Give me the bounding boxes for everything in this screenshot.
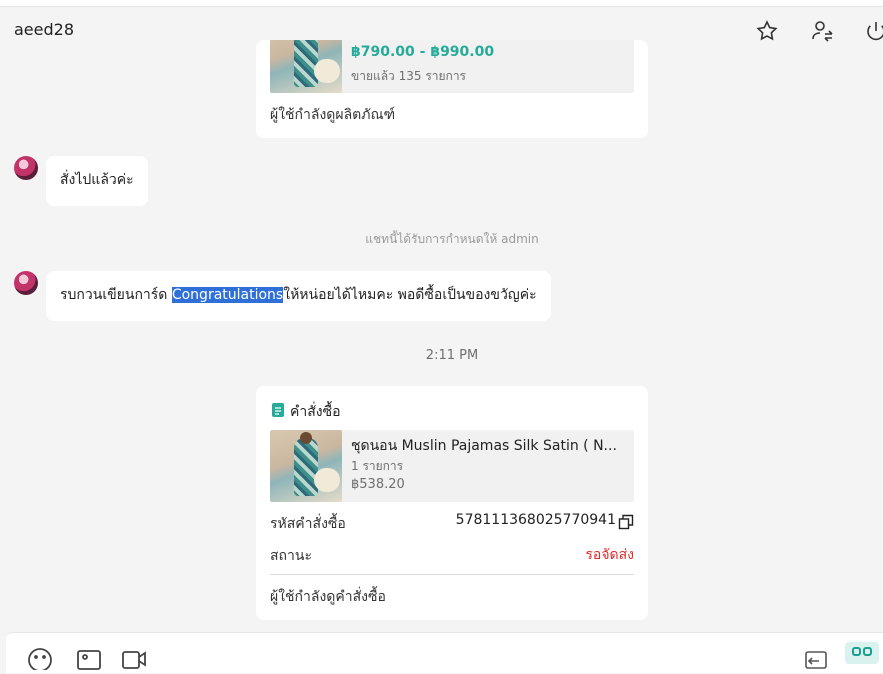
video-icon[interactable] xyxy=(120,646,148,670)
window-top-edge xyxy=(0,0,883,7)
order-status-value: รอจัดส่ง xyxy=(585,547,634,563)
message-bubble: รบกวนเขียนการ์ด Congratulationsให้หน่อยไ… xyxy=(46,271,551,321)
chat-user-name: aeed28 xyxy=(14,20,75,39)
product-sold-count: ขายแล้ว 135 รายการ xyxy=(351,69,466,83)
emoji-icon[interactable] xyxy=(26,646,54,672)
order-card[interactable]: คำสั่งซื้อ ชุดนอน Muslin Pajamas Silk Sa… xyxy=(256,386,648,620)
quick-reply-icon[interactable] xyxy=(802,646,830,670)
order-product-name: ชุดนอน Muslin Pajamas Silk Satin ( N... xyxy=(351,438,617,454)
message-text: สั่งไปแล้วค่ะ xyxy=(60,172,134,188)
copy-icon[interactable] xyxy=(618,514,634,530)
star-icon[interactable] xyxy=(755,19,779,43)
order-id-label: รหัสคำสั่งซื้อ xyxy=(270,516,346,532)
product-card[interactable]: ฿790.00 - ฿990.00 ขายแล้ว 135 รายการ ผู้… xyxy=(256,40,648,138)
apps-icon[interactable] xyxy=(845,642,879,664)
order-card-title: คำสั่งซื้อ xyxy=(290,404,341,420)
order-id-value: 578111368025770941 xyxy=(455,512,616,528)
message-text-after: ให้หน่อยได้ไหมคะ พอดีซื้อเป็นของขวัญค่ะ xyxy=(283,287,537,303)
product-viewing-note: ผู้ใช้กำลังดูผลิตภัณฑ์ xyxy=(270,107,396,123)
message-timestamp: 2:11 PM xyxy=(425,348,479,363)
order-product-row[interactable]: ชุดนอน Muslin Pajamas Silk Satin ( N... … xyxy=(270,430,634,502)
image-icon[interactable] xyxy=(75,646,103,670)
order-product-price: ฿538.20 xyxy=(351,477,405,492)
order-product-quantity: 1 รายการ xyxy=(351,459,404,473)
system-notice: แชทนี้ได้รับการกำหนดให้ admin xyxy=(365,232,539,246)
order-icon xyxy=(272,403,284,417)
divider xyxy=(270,574,634,575)
order-product-thumbnail xyxy=(270,430,342,502)
message-text-highlight: Congratulations xyxy=(171,287,284,303)
customer-avatar[interactable] xyxy=(14,156,38,180)
customer-avatar[interactable] xyxy=(14,271,38,295)
transfer-user-icon[interactable] xyxy=(810,19,834,43)
message-bubble: สั่งไปแล้วค่ะ xyxy=(46,156,148,206)
order-status-label: สถานะ xyxy=(270,548,312,564)
order-viewing-note: ผู้ใช้กำลังดูคำสั่งซื้อ xyxy=(270,589,386,605)
message-text-before: รบกวนเขียนการ์ด xyxy=(60,287,172,303)
product-price: ฿790.00 - ฿990.00 xyxy=(351,44,495,60)
power-icon[interactable] xyxy=(864,19,883,43)
